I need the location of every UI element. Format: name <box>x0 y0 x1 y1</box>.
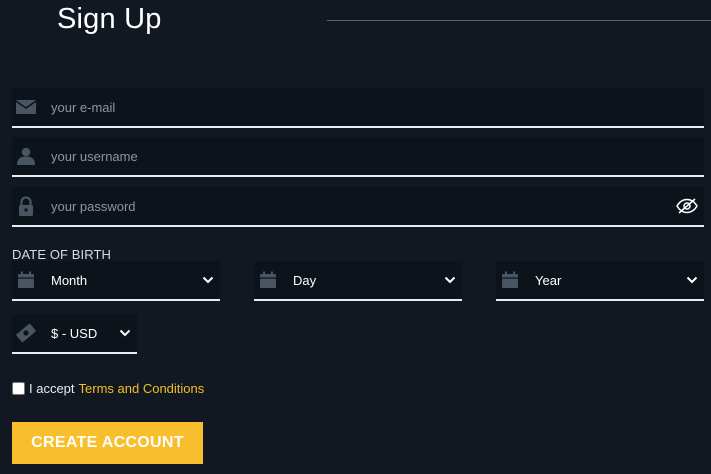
password-field-wrapper <box>12 187 704 227</box>
year-select-value: Year <box>535 272 562 288</box>
signup-page: Sign Up your e-mail your username DATE O… <box>0 0 711 474</box>
chevron-down-icon <box>200 272 216 288</box>
currency-select[interactable]: $ - USD <box>12 314 137 354</box>
eye-slash-icon[interactable] <box>674 194 700 218</box>
envelope-icon <box>14 95 38 119</box>
calendar-icon <box>499 269 521 291</box>
email-field-wrapper <box>12 88 704 128</box>
create-account-button[interactable]: CREATE ACCOUNT <box>12 422 203 464</box>
calendar-icon <box>15 269 37 291</box>
day-select[interactable]: Day <box>254 261 462 301</box>
email-input[interactable] <box>51 88 704 126</box>
chevron-down-icon <box>117 325 133 341</box>
terms-prefix: I accept <box>29 381 75 396</box>
day-select-value: Day <box>293 272 317 288</box>
page-title: Sign Up <box>57 3 162 35</box>
chevron-down-icon <box>684 272 700 288</box>
password-input[interactable] <box>51 187 674 225</box>
terms-link[interactable]: Terms and Conditions <box>79 381 205 396</box>
year-select[interactable]: Year <box>496 261 704 301</box>
user-icon <box>14 144 38 168</box>
month-select-value: Month <box>51 272 88 288</box>
chevron-down-icon <box>442 272 458 288</box>
month-select[interactable]: Month <box>12 261 220 301</box>
username-field-wrapper <box>12 137 704 177</box>
username-input[interactable] <box>51 137 704 175</box>
terms-checkbox[interactable] <box>12 382 25 395</box>
terms-row: I accept Terms and Conditions <box>12 381 204 396</box>
calendar-icon <box>257 269 279 291</box>
title-divider <box>327 20 711 21</box>
currency-select-value: $ - USD <box>51 325 98 341</box>
lock-icon <box>14 194 38 218</box>
dob-label: DATE OF BIRTH <box>12 247 112 262</box>
money-icon <box>15 322 37 344</box>
